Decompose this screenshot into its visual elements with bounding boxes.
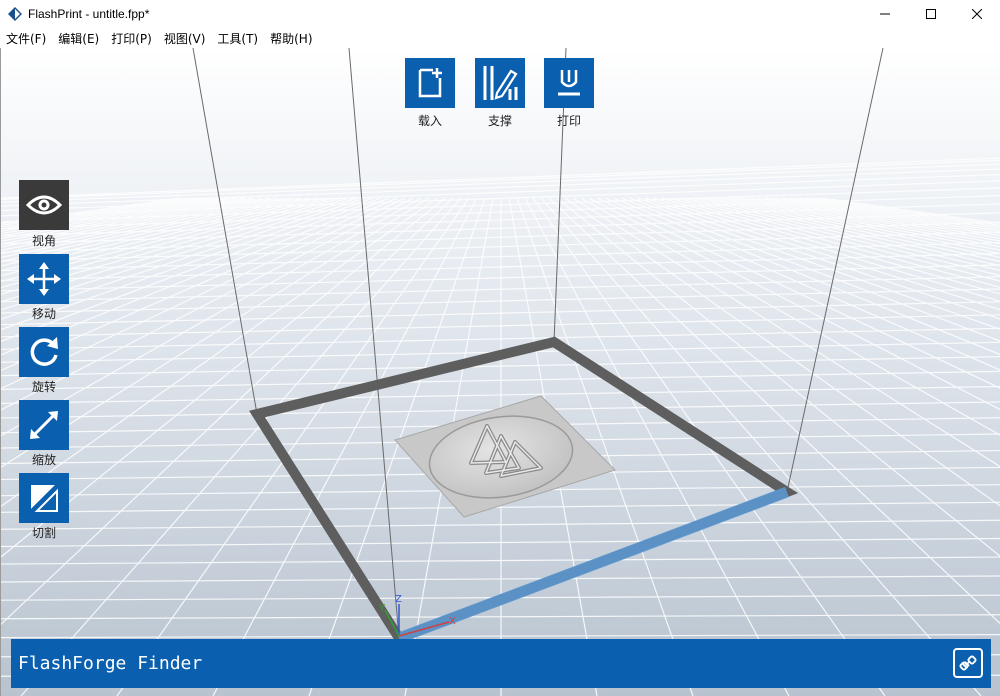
view-label: 视角 [31, 234, 56, 248]
maximize-button[interactable] [908, 0, 954, 28]
cut-label: 切割 [31, 526, 56, 540]
menu-edit[interactable]: 编辑(E) [58, 30, 99, 47]
menu-view[interactable]: 视图(V) [164, 30, 206, 47]
menu-print[interactable]: 打印(P) [111, 30, 152, 47]
support-pencil-icon [483, 66, 518, 100]
cut-icon [27, 481, 61, 515]
scale-label: 缩放 [31, 453, 56, 467]
file-plus-icon [418, 68, 442, 98]
view-button[interactable] [19, 180, 69, 230]
load-button[interactable] [405, 58, 455, 108]
window-title: FlashPrint - untitle.fpp* [28, 7, 150, 21]
menu-help[interactable]: 帮助(H) [270, 30, 312, 47]
flashprint-logo-icon [8, 7, 22, 21]
rotate-label: 旋转 [31, 380, 56, 394]
3d-viewport[interactable]: Z X Y 载入 支撑 打印 视角 移动 旋转 缩放 切割 FlashForge… [0, 48, 1000, 696]
axis-x-label: X [449, 616, 456, 627]
print-label: 打印 [556, 114, 581, 128]
scale-button[interactable] [19, 400, 69, 450]
close-button[interactable] [954, 0, 1000, 28]
print-nozzle-icon [558, 70, 580, 96]
move-label: 移动 [31, 307, 56, 321]
axis-y-label: Y [378, 603, 386, 614]
minimize-icon [880, 13, 890, 15]
scale-arrow-icon [30, 411, 58, 439]
finder-title: FlashForge Finder [18, 653, 203, 674]
axis-z-label: Z [395, 594, 402, 605]
eye-icon [26, 195, 62, 215]
close-icon [972, 9, 982, 19]
window-controls [862, 0, 1000, 28]
title-bar: FlashPrint - untitle.fpp* [0, 0, 1000, 28]
build-scene: Z X Y [1, 48, 1000, 696]
support-button[interactable] [475, 58, 525, 108]
link-icon [959, 655, 977, 671]
cut-button[interactable] [19, 473, 69, 523]
rotate-button[interactable] [19, 327, 69, 377]
menu-tools[interactable]: 工具(T) [217, 30, 258, 47]
print-button[interactable] [544, 58, 594, 108]
move-button[interactable] [19, 254, 69, 304]
move-arrows-icon [27, 262, 61, 296]
support-label: 支撑 [487, 114, 512, 128]
minimize-button[interactable] [862, 0, 908, 28]
finder-connect-button[interactable] [953, 648, 983, 678]
menu-bar: 文件(F) 编辑(E) 打印(P) 视图(V) 工具(T) 帮助(H) [0, 28, 1000, 48]
flashforge-finder-bar: FlashForge Finder [11, 639, 991, 688]
rotate-icon [30, 337, 58, 366]
menu-file[interactable]: 文件(F) [6, 30, 46, 47]
maximize-icon [926, 9, 936, 19]
load-label: 载入 [417, 114, 442, 128]
